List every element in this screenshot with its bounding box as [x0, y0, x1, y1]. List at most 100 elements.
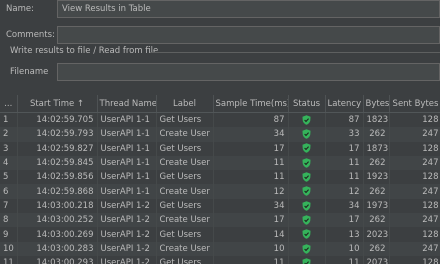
cell-latency: 11	[325, 155, 364, 171]
table-row[interactable]: 4 14:02:59.845 UserAPI 1-1 Create User 11 11 2…	[0, 155, 440, 171]
cell-thread-name: UserAPI 1-2	[97, 227, 157, 242]
cell-label: Get Users	[156, 112, 214, 128]
table-row[interactable]: 7 14:03:00.218 UserAPI 1-2 Get Users 34 34 197…	[0, 198, 440, 214]
table-row[interactable]: 6 14:02:59.868 UserAPI 1-1 Create User 12 12 2…	[0, 184, 440, 199]
cell-start-time: 14:02:59.845	[17, 155, 98, 171]
cell-sent-bytes: 128	[389, 227, 440, 242]
cell-bytes: 2023	[363, 227, 390, 242]
cell-thread-name: UserAPI 1-1	[97, 112, 157, 128]
shield-check-icon	[302, 258, 311, 264]
table-row[interactable]: 9 14:03:00.269 UserAPI 1-2 Get Users 14 13 202…	[0, 227, 440, 242]
cell-row-number: 6	[0, 184, 18, 199]
table-row[interactable]: 2 14:02:59.793 UserAPI 1-1 Create User 34 33 2…	[0, 127, 440, 142]
cell-row-number: 3	[0, 141, 18, 156]
table-row[interactable]: 8 14:03:00.252 UserAPI 1-2 Create User 17 17 2…	[0, 213, 440, 228]
cell-start-time: 14:02:59.856	[17, 170, 98, 185]
cell-sent-bytes: 247	[389, 155, 440, 171]
cell-sent-bytes: 247	[389, 213, 440, 228]
cell-start-time: 14:03:00.218	[17, 198, 98, 214]
column-header-row-number[interactable]: ...	[0, 95, 18, 113]
shield-check-icon	[302, 186, 311, 197]
cell-sample-time: 14	[213, 227, 289, 242]
cell-status	[288, 170, 326, 185]
cell-status	[288, 198, 326, 214]
shield-check-icon	[302, 143, 311, 154]
cell-label: Create User	[156, 241, 214, 256]
cell-label: Create User	[156, 184, 214, 199]
cell-label: Get Users	[156, 255, 214, 264]
view-results-in-table-panel: Name: View Results in Table Comments: Wr…	[0, 0, 440, 264]
cell-thread-name: UserAPI 1-1	[97, 170, 157, 185]
cell-status	[288, 155, 326, 171]
cell-bytes: 262	[363, 155, 390, 171]
results-table: ... Start Time ↑ Thread Name Label Sampl…	[0, 95, 440, 264]
cell-sample-time: 17	[213, 213, 289, 228]
shield-check-icon	[302, 158, 311, 168]
cell-status	[288, 227, 326, 242]
cell-bytes: 1823	[363, 112, 390, 128]
comments-field[interactable]	[57, 26, 440, 44]
cell-sample-time: 11	[213, 255, 289, 264]
cell-label: Create User	[156, 155, 214, 171]
shield-check-icon	[302, 229, 311, 239]
cell-sample-time: 12	[213, 184, 289, 199]
cell-latency: 11	[325, 255, 364, 264]
column-header-bytes[interactable]: Bytes	[363, 95, 390, 113]
column-header-status[interactable]: Status	[288, 95, 326, 113]
table-header-row: ... Start Time ↑ Thread Name Label Sampl…	[0, 95, 440, 113]
cell-thread-name: UserAPI 1-1	[97, 155, 157, 171]
cell-status	[288, 141, 326, 156]
cell-start-time: 14:03:00.293	[17, 255, 98, 264]
cell-start-time: 14:02:59.705	[17, 112, 98, 128]
cell-label: Get Users	[156, 227, 214, 242]
cell-label: Get Users	[156, 141, 214, 156]
write-results-section-title: Write results to file / Read from file	[10, 46, 159, 56]
cell-row-number: 7	[0, 198, 18, 214]
cell-sample-time: 11	[213, 170, 289, 185]
cell-sample-time: 87	[213, 112, 289, 128]
cell-bytes: 1923	[363, 170, 390, 185]
column-header-sent-bytes[interactable]: Sent Bytes	[389, 95, 440, 113]
cell-bytes: 262	[363, 241, 390, 256]
cell-label: Get Users	[156, 198, 214, 214]
cell-status	[288, 213, 326, 228]
cell-row-number: 8	[0, 213, 18, 228]
filename-field[interactable]	[57, 63, 440, 81]
cell-sent-bytes: 247	[389, 241, 440, 256]
shield-check-icon	[302, 172, 311, 182]
table-row[interactable]: 11 14:03:00.293 UserAPI 1-2 Get Users 11 11 20…	[0, 255, 440, 264]
cell-thread-name: UserAPI 1-2	[97, 255, 157, 264]
table-row[interactable]: 1 14:02:59.705 UserAPI 1-1 Get Users 87 87 182…	[0, 112, 440, 128]
section-divider	[150, 52, 440, 53]
cell-latency: 34	[325, 198, 364, 214]
table-row[interactable]: 3 14:02:59.827 UserAPI 1-1 Get Users 17 17 187…	[0, 141, 440, 156]
cell-sample-time: 11	[213, 155, 289, 171]
cell-label: Create User	[156, 127, 214, 142]
table-row[interactable]: 10 14:03:00.283 UserAPI 1-2 Create User 10 10…	[0, 241, 440, 256]
name-label: Name:	[6, 4, 34, 14]
cell-thread-name: UserAPI 1-2	[97, 213, 157, 228]
column-header-sample-time[interactable]: Sample Time(ms)	[213, 95, 289, 113]
cell-status	[288, 112, 326, 128]
column-header-latency[interactable]: Latency	[325, 95, 364, 113]
cell-sent-bytes: 128	[389, 198, 440, 214]
cell-sent-bytes: 128	[389, 112, 440, 128]
cell-thread-name: UserAPI 1-2	[97, 198, 157, 214]
cell-thread-name: UserAPI 1-2	[97, 241, 157, 256]
cell-row-number: 5	[0, 170, 18, 185]
name-field[interactable]: View Results in Table	[57, 0, 440, 18]
cell-latency: 17	[325, 141, 364, 156]
cell-start-time: 14:02:59.793	[17, 127, 98, 142]
cell-status	[288, 184, 326, 199]
cell-row-number: 4	[0, 155, 18, 171]
shield-check-icon	[302, 215, 311, 225]
column-header-label[interactable]: Label	[156, 95, 214, 113]
column-header-start-time[interactable]: Start Time ↑	[17, 95, 98, 113]
column-header-thread-name[interactable]: Thread Name	[97, 95, 157, 113]
cell-sent-bytes: 128	[389, 255, 440, 264]
cell-start-time: 14:03:00.269	[17, 227, 98, 242]
cell-sent-bytes: 128	[389, 170, 440, 185]
cell-start-time: 14:03:00.283	[17, 241, 98, 256]
cell-latency: 13	[325, 227, 364, 242]
table-row[interactable]: 5 14:02:59.856 UserAPI 1-1 Get Users 11 11 192…	[0, 170, 440, 185]
